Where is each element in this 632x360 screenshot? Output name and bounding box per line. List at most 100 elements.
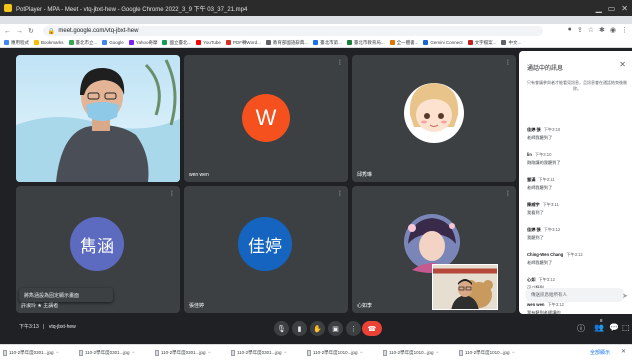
chat-text: 剛剛講的我聽到了 (527, 160, 561, 165)
lock-icon: 🔒 (47, 28, 56, 35)
bookmark-favicon-icon (501, 40, 507, 45)
chevron-up-icon[interactable]: ^ (208, 350, 210, 355)
download-item[interactable]: 110-2學年度1010...jpg ^ (459, 349, 535, 356)
camera-in-use-icon[interactable]: ● (568, 26, 572, 34)
tile-more-icon[interactable]: ⋮ (169, 190, 175, 197)
download-item[interactable]: 110-2學年度1010...jpg ^ (383, 349, 459, 356)
chat-icon[interactable]: 💬 (609, 323, 619, 332)
meeting-info: 下午3:13 | vtq-jbxt-hew (19, 323, 76, 330)
chevron-up-icon[interactable]: ^ (436, 350, 438, 355)
camera-icon[interactable]: ▮ (292, 321, 307, 336)
minimize-icon[interactable]: ▁ (596, 4, 602, 13)
bookmark-item[interactable]: 臺北市教育局... (346, 39, 385, 46)
tile-more-icon[interactable]: ⋮ (337, 190, 343, 197)
bookmark-item[interactable]: 文字檔案... (467, 40, 496, 46)
bookmark-item[interactable]: Yahoo奇摩 (128, 40, 157, 46)
download-item[interactable]: 110-2學年度0301...jpg ^ (155, 349, 231, 356)
avatar: 雋涵 (70, 217, 124, 271)
people-icon[interactable]: 👥 (594, 323, 604, 332)
forward-icon[interactable]: → (16, 28, 23, 35)
url-field[interactable]: 🔒 meet.google.com/vtq-jbxt-hew (42, 26, 543, 36)
profile-icon[interactable]: ◉ (610, 26, 616, 34)
image-file-icon (459, 349, 463, 356)
potplayer-title-bar: PotPlayer - MPA - Meet - vtq-jbxt-hew - … (0, 0, 632, 16)
download-filename: 110-2學年度0301...jpg (237, 349, 282, 355)
chat-sender: Ching-Wen Chang (527, 252, 564, 257)
raise-hand-icon[interactable]: ✋ (310, 321, 325, 336)
chat-timestamp: 下午3:12 (566, 252, 583, 257)
chat-text: 老師我聽到了 (527, 260, 553, 265)
maximize-icon[interactable]: ▭ (608, 4, 616, 13)
chevron-up-icon[interactable]: ^ (132, 350, 134, 355)
participant-tile-wen-wen[interactable]: W ⋮ wen wen (184, 55, 348, 182)
extensions-icon[interactable]: ✱ (599, 26, 605, 34)
bookmark-favicon-icon (34, 40, 39, 45)
activities-icon[interactable]: ⬚ (622, 323, 630, 332)
send-icon[interactable]: ➤ (622, 292, 628, 300)
bookmark-item[interactable]: Google (102, 40, 124, 45)
bookmark-item[interactable]: 應用程式 (4, 40, 29, 46)
bookmark-item[interactable]: Gemini Connect (423, 40, 463, 45)
chevron-up-icon[interactable]: ^ (284, 350, 286, 355)
bookmark-item[interactable]: 中文... (501, 40, 521, 46)
download-item[interactable]: 110-2學年度0301...jpg ^ (231, 349, 307, 356)
back-icon[interactable]: ← (4, 28, 11, 35)
bookmark-item[interactable]: PDF轉Word... (225, 39, 261, 46)
participant-name: 心如李 (357, 303, 373, 309)
participant-tile-video[interactable]: ⋮ (16, 55, 180, 182)
download-filename: 110-2學年度1010...jpg (465, 349, 510, 355)
show-all-downloads-link[interactable]: 全部顯示 (590, 349, 610, 356)
more-options-icon[interactable]: ⋮ (346, 321, 361, 336)
avatar: 佳婷 (238, 217, 292, 271)
info-icon[interactable]: ⓘ (577, 323, 585, 334)
participant-tile-jia-ting[interactable]: 佳婷 ⋮ 張佳婷 (184, 186, 348, 313)
download-item[interactable]: 110-2學年度1010...jpg ^ (307, 349, 383, 356)
chat-timestamp: 下午3:12 (543, 227, 561, 232)
download-item[interactable]: 110-2學年度0301...jpg ^ (3, 349, 79, 356)
image-file-icon (383, 349, 387, 356)
bookmark-favicon-icon (423, 40, 429, 45)
chat-text: 我聽到了 (527, 235, 544, 240)
reload-icon[interactable]: ↻ (28, 27, 34, 35)
chat-input[interactable]: 傳送訊息給所有人 (525, 288, 625, 302)
microphone-icon[interactable]: 🎙 (274, 321, 289, 336)
bookmark-label: 臺北市教育局... (353, 39, 385, 45)
tile-more-icon[interactable]: ⋮ (505, 59, 511, 66)
bookmark-item[interactable]: YouTube (196, 40, 221, 45)
bookmark-item[interactable]: Bookmarks (34, 40, 64, 45)
tile-more-icon[interactable]: ⋮ (169, 59, 175, 66)
image-file-icon (307, 349, 311, 356)
download-filename: 110-2學年度1010...jpg (313, 349, 358, 355)
close-window-icon[interactable]: ✕ (621, 4, 628, 13)
present-screen-icon[interactable]: ▣ (328, 321, 343, 336)
chat-input-placeholder: 傳送訊息給所有人 (531, 292, 567, 297)
chat-timestamp: 下午3:11 (542, 202, 559, 207)
info-divider: | (43, 324, 45, 330)
bookmark-item[interactable]: 教育部國語辭典... (265, 39, 309, 46)
tile-more-icon[interactable]: ⋮ (337, 59, 343, 66)
chevron-up-icon[interactable]: ^ (512, 350, 514, 355)
menu-icon[interactable]: ⋮ (621, 26, 628, 34)
bookmark-favicon-icon (389, 40, 395, 45)
chat-text: 老師我聽到了 (527, 135, 553, 140)
close-icon[interactable]: ✕ (619, 60, 626, 69)
pin-tooltip[interactable]: 將雋涵設為固定顯示畫面 (19, 288, 113, 302)
close-downloads-icon[interactable]: ✕ (621, 348, 626, 355)
avatar-label: 佳婷 (248, 236, 282, 257)
bookmark-item[interactable]: 臺北市第... (313, 40, 342, 46)
star-icon[interactable]: ☆ (588, 26, 594, 34)
tile-more-icon[interactable]: ⋮ (505, 190, 511, 197)
bookmark-item[interactable]: 臺北市立... (68, 40, 97, 46)
download-item[interactable]: 110-2學年度0301...jpg ^ (79, 349, 155, 356)
participant-tile-cartoon[interactable]: ⋮ 邱秀琳 (352, 55, 516, 182)
bookmark-favicon-icon (313, 40, 319, 45)
bookmark-item[interactable]: 國立臺北... (162, 40, 191, 46)
bookmark-item[interactable]: 全一體書... (389, 40, 418, 46)
bookmark-label: 教育部國語辭典... (272, 39, 309, 45)
chevron-up-icon[interactable]: ^ (360, 350, 362, 355)
chevron-up-icon[interactable]: ^ (56, 350, 58, 355)
bookmark-label: PDF轉Word... (232, 39, 261, 45)
image-file-icon (155, 349, 159, 356)
end-call-button[interactable]: ☎ (362, 321, 382, 336)
share-icon[interactable]: ⇪ (577, 26, 583, 34)
